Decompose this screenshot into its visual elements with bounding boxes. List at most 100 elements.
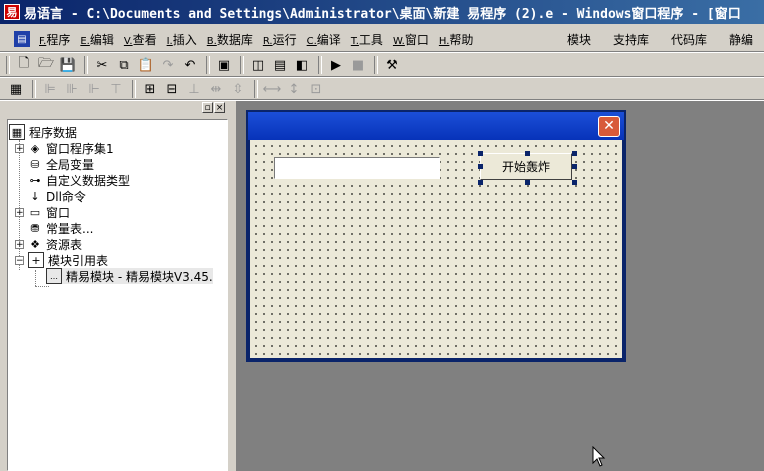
debug-icon[interactable]: ⚒ — [382, 55, 402, 75]
menu-help[interactable]: H.帮助 — [434, 31, 479, 48]
title-bar: 易 易语言 - C:\Documents and Settings\Admini… — [0, 0, 764, 24]
menu-compile[interactable]: C.编译 — [302, 31, 346, 48]
tree-item-root[interactable]: ▦ 程序数据 — [9, 124, 77, 140]
menu-logo-icon[interactable]: ▤ — [14, 31, 30, 47]
collapse-icon[interactable]: − — [15, 256, 24, 266]
module-ref-icon: + — [28, 252, 44, 268]
resize-handle[interactable] — [572, 164, 577, 169]
expand-icon[interactable]: + — [15, 144, 24, 154]
resize-handle[interactable] — [572, 180, 577, 185]
edit-box[interactable] — [274, 157, 440, 179]
space-v-icon[interactable]: ⇳ — [228, 79, 248, 99]
tree-item-custom-types[interactable]: ⊶ 自定义数据类型 — [28, 172, 131, 188]
align-center-icon[interactable]: ⊪ — [62, 79, 82, 99]
tree-item-resources[interactable]: ❖ 资源表 — [28, 236, 82, 252]
save-icon[interactable]: 💾 — [58, 55, 78, 75]
size-height-icon[interactable]: ↕ — [284, 79, 304, 99]
find-icon[interactable]: ▣ — [214, 55, 234, 75]
tree-item-module[interactable]: ◈ 窗口程序集1 — [28, 140, 114, 156]
menu-modules[interactable]: 模块 — [567, 31, 591, 48]
align-left-icon[interactable]: ⊫ — [40, 79, 60, 99]
space-h-icon[interactable]: ⇹ — [206, 79, 226, 99]
tree-label: 全局变量 — [46, 157, 95, 172]
panel-close-button[interactable]: × — [214, 102, 225, 113]
resize-handle[interactable] — [478, 180, 483, 185]
file-icon: … — [46, 268, 62, 284]
menu-bar: ▤ F.程序 E.编辑 V.查看 I.插入 B.数据库 R.运行 C.编译 T.… — [0, 28, 764, 50]
menu-window[interactable]: W.窗口 — [388, 31, 434, 48]
resize-handle[interactable] — [478, 164, 483, 169]
mouse-cursor-icon — [592, 446, 606, 467]
form-canvas[interactable]: 开始轰炸 — [250, 140, 622, 358]
layout2-icon[interactable]: ▤ — [270, 55, 290, 75]
menu-support-libs[interactable]: 支持库 — [613, 31, 649, 48]
menu-run[interactable]: R.运行 — [258, 31, 302, 48]
toolbar-separator — [240, 56, 244, 74]
tree-label: 自定义数据类型 — [46, 173, 131, 188]
copy-icon[interactable]: ⧉ — [114, 55, 134, 75]
designer-form[interactable]: ✕ 开始轰炸 — [246, 110, 626, 362]
tree-item-constants[interactable]: ⛃ 常量表... — [28, 220, 93, 236]
tree-item-windows[interactable]: ▭ 窗口 — [28, 204, 70, 220]
menu-view[interactable]: V.查看 — [119, 31, 162, 48]
menu-code-lib[interactable]: 代码库 — [671, 31, 707, 48]
tree-item-dll-commands[interactable]: ↓ Dll命令 — [28, 188, 86, 204]
tree-connector — [35, 286, 49, 287]
new-file-icon[interactable]: 🗋 — [14, 55, 34, 75]
start-bomb-button[interactable]: 开始轰炸 — [480, 153, 572, 180]
toolbar-separator — [374, 56, 378, 74]
tree-label: 模块引用表 — [48, 253, 109, 268]
toolbar-separator — [206, 56, 210, 74]
layout3-icon[interactable]: ◧ — [292, 55, 312, 75]
menu-database[interactable]: B.数据库 — [202, 31, 258, 48]
center-h-icon[interactable]: ⊞ — [140, 79, 160, 99]
size-width-icon[interactable]: ⟷ — [262, 79, 282, 99]
menu-static-compile[interactable]: 静编 — [729, 31, 753, 48]
tree-label: 程序数据 — [29, 125, 78, 140]
redo-icon[interactable]: ↷ — [158, 55, 178, 75]
resize-handle[interactable] — [478, 151, 483, 156]
alignment-toolbar: ▦ ⊫ ⊪ ⊩ ⊤ ⊞ ⊟ ⊥ ⇹ ⇳ ⟷ ↕ ⊡ — [6, 78, 328, 100]
tree-label: Dll命令 — [46, 189, 86, 204]
tree-item-global-vars[interactable]: ⛁ 全局变量 — [28, 156, 94, 172]
resize-handle[interactable] — [525, 180, 530, 185]
resize-handle[interactable] — [572, 151, 577, 156]
align-right-icon[interactable]: ⊩ — [84, 79, 104, 99]
cut-icon[interactable]: ✂ — [92, 55, 112, 75]
tree-item-module-refs[interactable]: + 模块引用表 — [28, 252, 108, 268]
constant-icon: ⛃ — [30, 221, 40, 235]
program-data-icon: ▦ — [9, 124, 25, 140]
align-bottom-icon[interactable]: ⊥ — [184, 79, 204, 99]
center-v-icon[interactable]: ⊟ — [162, 79, 182, 99]
align-top-icon[interactable]: ⊤ — [106, 79, 126, 99]
toolbar-separator — [132, 80, 136, 98]
project-panel: ▫ × ▦ 程序数据 + ◈ 窗口程序集1 ⛁ 全局变量 ⊶ 自定义数据类型 ↓… — [2, 101, 228, 471]
close-icon[interactable]: ✕ — [598, 116, 620, 137]
resize-handle[interactable] — [525, 151, 530, 156]
tree-connector — [35, 270, 36, 286]
open-folder-icon[interactable]: 🗁 — [36, 55, 56, 75]
tree-label: 窗口 — [46, 205, 71, 220]
undo-icon[interactable]: ↶ — [180, 55, 200, 75]
tree-label: 窗口程序集1 — [46, 141, 114, 156]
expand-icon[interactable]: + — [15, 208, 24, 218]
menu-program[interactable]: F.程序 — [34, 31, 75, 48]
panel-header: ▫ × — [2, 101, 228, 115]
stop-icon[interactable]: ■ — [348, 55, 368, 75]
run-icon[interactable]: ▶ — [326, 55, 346, 75]
layout1-icon[interactable]: ◫ — [248, 55, 268, 75]
menu-tools[interactable]: T.工具 — [346, 31, 388, 48]
expand-icon[interactable]: + — [15, 240, 24, 250]
paste-icon[interactable]: 📋 — [136, 55, 156, 75]
tree-label: 精易模块 - 精易模块V3.45. — [66, 269, 213, 284]
tree-item-jingyi-module[interactable]: … 精易模块 - 精易模块V3.45. — [46, 268, 213, 284]
menu-insert[interactable]: I.插入 — [162, 31, 202, 48]
module-icon: ◈ — [30, 141, 40, 155]
toolbar-separator — [32, 80, 36, 98]
toolbar-separator — [254, 80, 258, 98]
form-title-bar[interactable]: ✕ — [248, 112, 624, 140]
form-icon[interactable]: ▦ — [6, 79, 26, 99]
panel-restore-button[interactable]: ▫ — [202, 102, 213, 113]
size-both-icon[interactable]: ⊡ — [306, 79, 326, 99]
menu-edit[interactable]: E.编辑 — [75, 31, 119, 48]
